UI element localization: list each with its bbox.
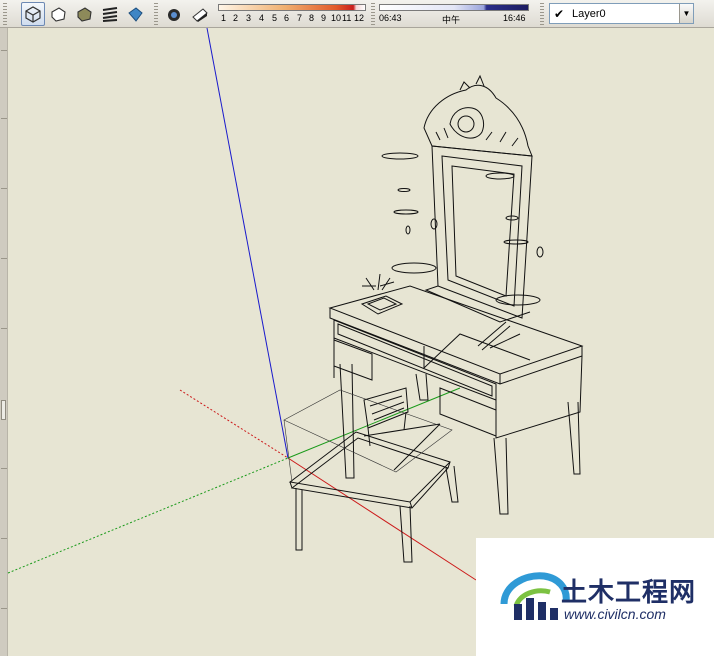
toolbar-grip[interactable]: [540, 3, 544, 25]
layer-dropdown[interactable]: ✔ Layer0 ▼: [549, 3, 694, 24]
red-axis-hidden: [179, 389, 289, 459]
green-axis: [287, 387, 461, 459]
month-label: 12: [354, 13, 365, 23]
month-label: 4: [259, 13, 265, 23]
xray-style-icon[interactable]: [21, 2, 45, 26]
month-label: 1: [221, 13, 227, 23]
time-scale: 06:43 中午 16:46: [379, 13, 529, 25]
blue-axis: [206, 28, 289, 459]
month-label: 3: [246, 13, 252, 23]
time-gradient-bar[interactable]: [379, 4, 529, 11]
month-label: 10: [331, 13, 342, 23]
watermark-title: 土木工程网: [561, 577, 697, 607]
shadow-time-slider[interactable]: 06:43 中午 16:46: [379, 4, 529, 25]
toolbar: 1 2 3 4 5 6 7 8 9 10 11 12 06:43 中午 16:46 ✔ Layer0 …: [0, 0, 714, 28]
toolbar-grip[interactable]: [371, 3, 375, 25]
shaded-style-icon[interactable]: [98, 2, 122, 26]
chevron-down-icon[interactable]: ▼: [679, 4, 693, 23]
time-noon-label: 中午: [442, 15, 461, 25]
dressing-table-model: [283, 74, 584, 563]
month-label: 2: [233, 13, 239, 23]
month-scale: 1 2 3 4 5 6 7 8 9 10 11 12: [218, 13, 366, 25]
wireframe-style-icon[interactable]: [46, 2, 70, 26]
toolbar-grip[interactable]: [154, 3, 158, 25]
month-label: 9: [321, 13, 327, 23]
toolbar-grip[interactable]: [3, 3, 7, 25]
time-end-label: 16:46: [503, 13, 526, 23]
display-shadows-icon[interactable]: [188, 2, 212, 26]
month-label: 6: [284, 13, 290, 23]
month-label: 11: [342, 13, 352, 23]
hidden-line-style-icon[interactable]: [72, 2, 96, 26]
green-axis-hidden: [7, 457, 289, 574]
month-gradient-bar[interactable]: [218, 4, 366, 11]
watermark-url: www.civilcn.com: [564, 606, 666, 622]
month-label: 5: [272, 13, 278, 23]
shadow-settings-icon[interactable]: [162, 2, 186, 26]
shadow-month-slider[interactable]: 1 2 3 4 5 6 7 8 9 10 11 12: [218, 4, 366, 24]
layer-name: Layer0: [572, 7, 606, 20]
month-label: 8: [309, 13, 315, 23]
shaded-textures-style-icon[interactable]: [123, 2, 147, 26]
check-icon: ✔: [553, 6, 565, 21]
time-start-label: 06:43: [379, 13, 402, 23]
month-label: 7: [297, 13, 303, 23]
watermark-logo: 土木工程网 www.civilcn.com: [476, 538, 714, 656]
